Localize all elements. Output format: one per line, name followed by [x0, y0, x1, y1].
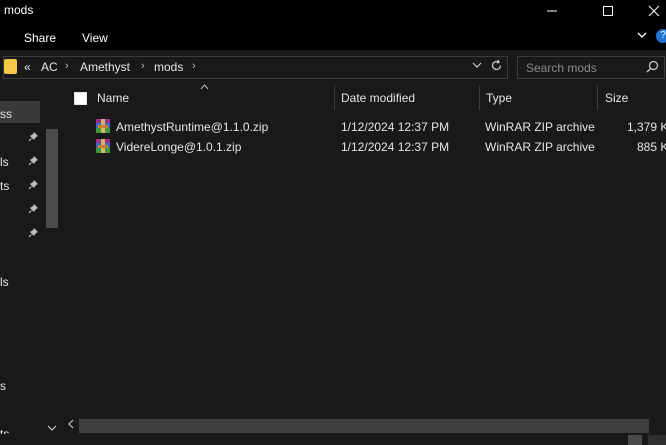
- chevron-right-icon[interactable]: ›: [141, 60, 145, 72]
- details-view-icon[interactable]: [628, 435, 642, 445]
- column-divider[interactable]: [479, 85, 480, 110]
- file-date: 1/12/2024 12:37 PM: [341, 120, 450, 134]
- file-type: WinRAR ZIP archive: [485, 120, 595, 134]
- folder-icon: [4, 59, 17, 74]
- breadcrumb-mods[interactable]: mods: [154, 60, 183, 74]
- pin-icon[interactable]: [28, 179, 39, 193]
- address-overflow[interactable]: «: [24, 60, 31, 74]
- minimize-button[interactable]: [529, 0, 575, 22]
- address-history-chevron-icon[interactable]: [472, 59, 482, 74]
- column-size[interactable]: Size: [605, 91, 628, 111]
- minimize-icon: [547, 10, 557, 12]
- pin-icon[interactable]: [28, 155, 39, 169]
- horizontal-scrollbar-thumb[interactable]: [79, 419, 649, 433]
- tab-share[interactable]: Share: [24, 31, 56, 45]
- close-icon: [648, 5, 660, 17]
- maximize-icon: [603, 6, 613, 16]
- expand-ribbon-chevron-icon[interactable]: [636, 29, 648, 44]
- refresh-icon[interactable]: [490, 59, 503, 75]
- close-button[interactable]: [631, 0, 666, 22]
- tab-view[interactable]: View: [82, 31, 108, 45]
- file-name[interactable]: VidereLonge@1.0.1.zip: [116, 140, 241, 154]
- file-size: 1,379 KB: [627, 120, 666, 134]
- column-type[interactable]: Type: [486, 91, 512, 111]
- column-name[interactable]: Name: [97, 91, 129, 111]
- nav-item-1[interactable]: ss: [0, 107, 12, 121]
- sort-ascending-icon: [200, 82, 209, 92]
- chevron-right-icon[interactable]: ›: [192, 60, 196, 72]
- column-divider[interactable]: [334, 85, 335, 110]
- pin-icon[interactable]: [28, 131, 39, 145]
- nav-scroll-down-chevron-icon[interactable]: [47, 421, 57, 435]
- search-box[interactable]: Search mods: [517, 56, 665, 79]
- select-all-checkbox[interactable]: [74, 92, 87, 105]
- column-date-modified[interactable]: Date modified: [341, 91, 415, 111]
- search-icon[interactable]: [646, 60, 659, 76]
- status-bar: [0, 434, 666, 445]
- zip-archive-icon: [96, 139, 110, 153]
- breadcrumb-ac[interactable]: AC: [41, 60, 58, 74]
- breadcrumb-amethyst[interactable]: Amethyst: [80, 60, 130, 74]
- nav-scrollbar-thumb[interactable]: [46, 129, 58, 228]
- nav-item-4[interactable]: ls: [0, 275, 9, 289]
- search-input[interactable]: Search mods: [526, 61, 597, 75]
- pin-icon[interactable]: [28, 227, 39, 241]
- address-bar[interactable]: [3, 56, 508, 79]
- file-type: WinRAR ZIP archive: [485, 140, 595, 154]
- window-title: mods: [4, 3, 34, 17]
- large-icons-view-icon[interactable]: [648, 435, 666, 445]
- scroll-left-chevron-icon[interactable]: [67, 419, 75, 432]
- file-size: 885 KB: [637, 140, 666, 154]
- pin-icon[interactable]: [28, 203, 39, 217]
- nav-item-5[interactable]: s: [0, 379, 6, 393]
- maximize-button[interactable]: [585, 0, 631, 22]
- nav-item-2[interactable]: ls: [0, 155, 9, 169]
- file-name[interactable]: AmethystRuntime@1.1.0.zip: [116, 120, 268, 134]
- column-divider[interactable]: [597, 85, 598, 110]
- help-icon[interactable]: ?: [656, 29, 666, 43]
- zip-archive-icon: [96, 119, 110, 133]
- nav-item-3[interactable]: ts: [0, 179, 9, 193]
- file-date: 1/12/2024 12:37 PM: [341, 140, 450, 154]
- chevron-right-icon[interactable]: ›: [65, 60, 69, 72]
